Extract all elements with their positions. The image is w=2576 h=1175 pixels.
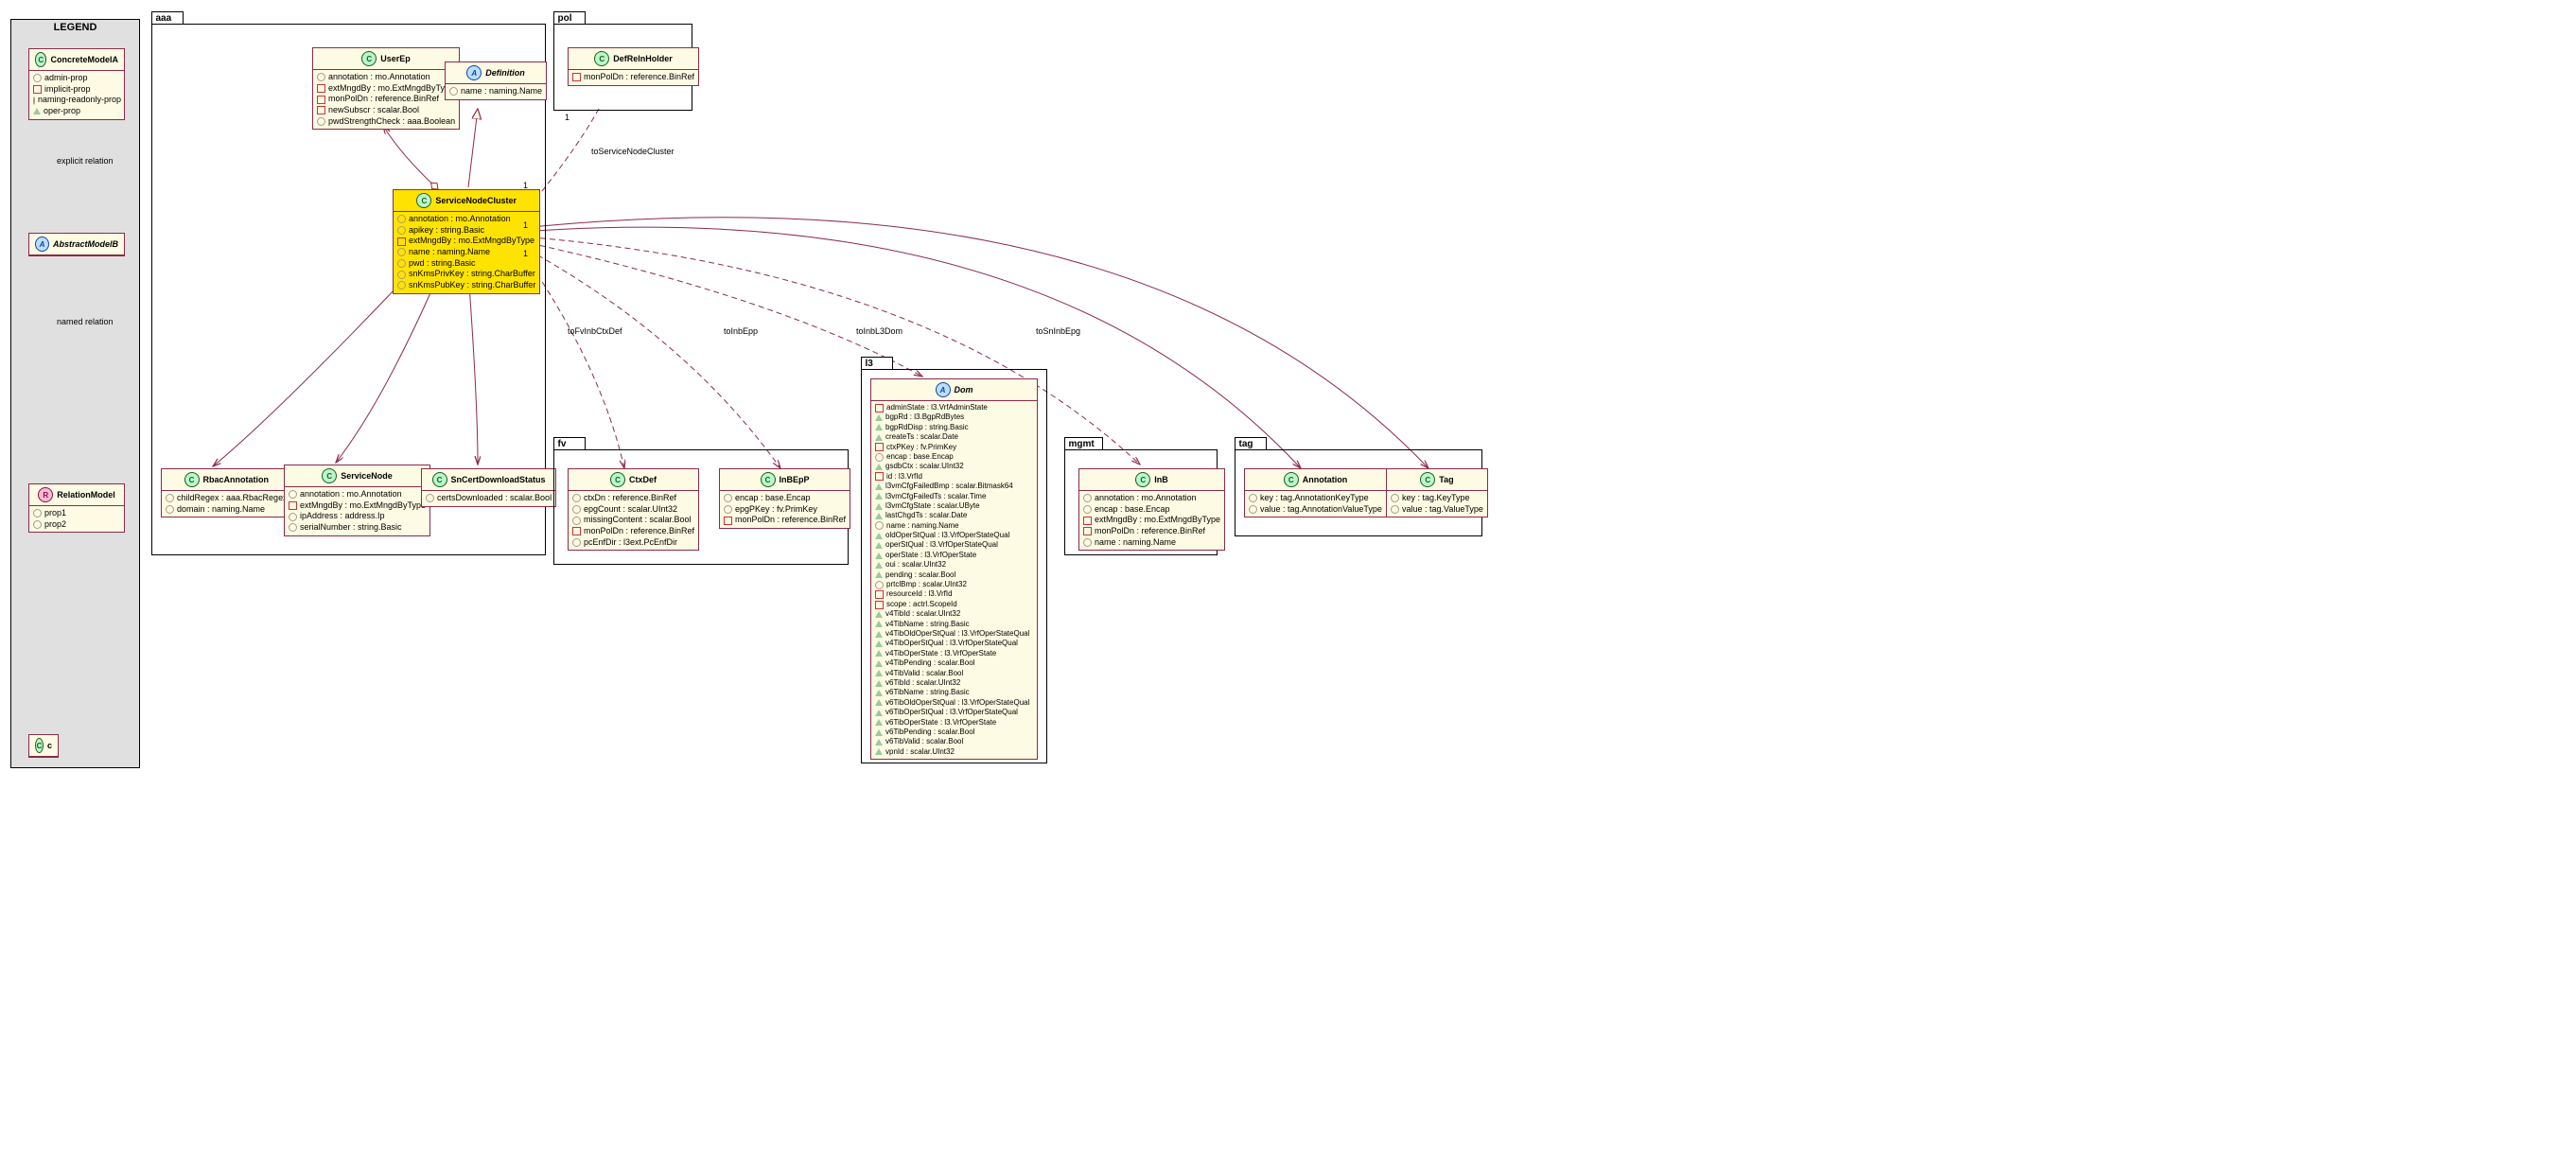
pkg-aaa-tab: aaa	[151, 11, 184, 24]
class-defrelnholder[interactable]: CDefRelnHolder monPolDn : reference.BinR…	[568, 47, 699, 86]
class-rbac[interactable]: CRbacAnnotation childRegex : aaa.RbacReg…	[161, 468, 292, 517]
class-definition[interactable]: ADefinition name : naming.Name	[445, 61, 547, 100]
rel-toInbL3Dom: toInbL3Dom	[856, 326, 902, 336]
legend-title: LEGEND	[11, 22, 139, 33]
legend-modelA-name: ConcreteModelA	[50, 55, 118, 64]
legend-relation-model: RRelationModel prop1 prop2	[28, 483, 125, 533]
diagram-canvas: LEGEND CConcreteModelA admin-prop implic…	[5, 5, 1490, 780]
class-service-node[interactable]: CServiceNode annotation : mo.Annotatione…	[284, 465, 430, 536]
legend-named-label: named relation	[57, 317, 114, 326]
legend-explicit-label: explicit relation	[57, 156, 114, 166]
class-inbepp[interactable]: CInBEpP encap : base.EncapepgPKey : fv.P…	[719, 468, 850, 529]
class-service-node-cluster[interactable]: CServiceNodeCluster annotation : mo.Anno…	[393, 189, 540, 294]
rel-toInbEpp: toInbEpp	[724, 326, 758, 336]
class-tag[interactable]: CTag key : tag.KeyTypevalue : tag.ValueT…	[1386, 468, 1488, 517]
rel-toSnInbEpg: toSnInbEpg	[1036, 326, 1080, 336]
legend-panel: LEGEND CConcreteModelA admin-prop implic…	[10, 19, 140, 768]
class-userEp[interactable]: CUserEp annotation : mo.AnnotationextMng…	[312, 47, 460, 130]
class-inb[interactable]: CInB annotation : mo.Annotationencap : b…	[1078, 468, 1225, 551]
legend-modelB-name: AbstractModelB	[53, 239, 118, 249]
rel-toFvInbCtxDef: toFvInbCtxDef	[568, 326, 622, 336]
class-annotation[interactable]: CAnnotation key : tag.AnnotationKeyTypev…	[1244, 468, 1387, 517]
class-sncert[interactable]: CSnCertDownloadStatus certsDownloaded : …	[421, 468, 556, 507]
legend-abstract-model: AAbstractModelB	[28, 233, 125, 256]
legend-c: Cc	[28, 734, 59, 758]
legend-concrete-model: CConcreteModelA admin-prop implicit-prop…	[28, 48, 125, 120]
class-dom[interactable]: ADom adminState : l3.VrfAdminStatebgpRd …	[870, 378, 1038, 760]
rel-toServiceNodeCluster: toServiceNodeCluster	[591, 147, 675, 156]
class-ctxdef[interactable]: CCtxDef ctxDn : reference.BinRefepgCount…	[568, 468, 699, 551]
